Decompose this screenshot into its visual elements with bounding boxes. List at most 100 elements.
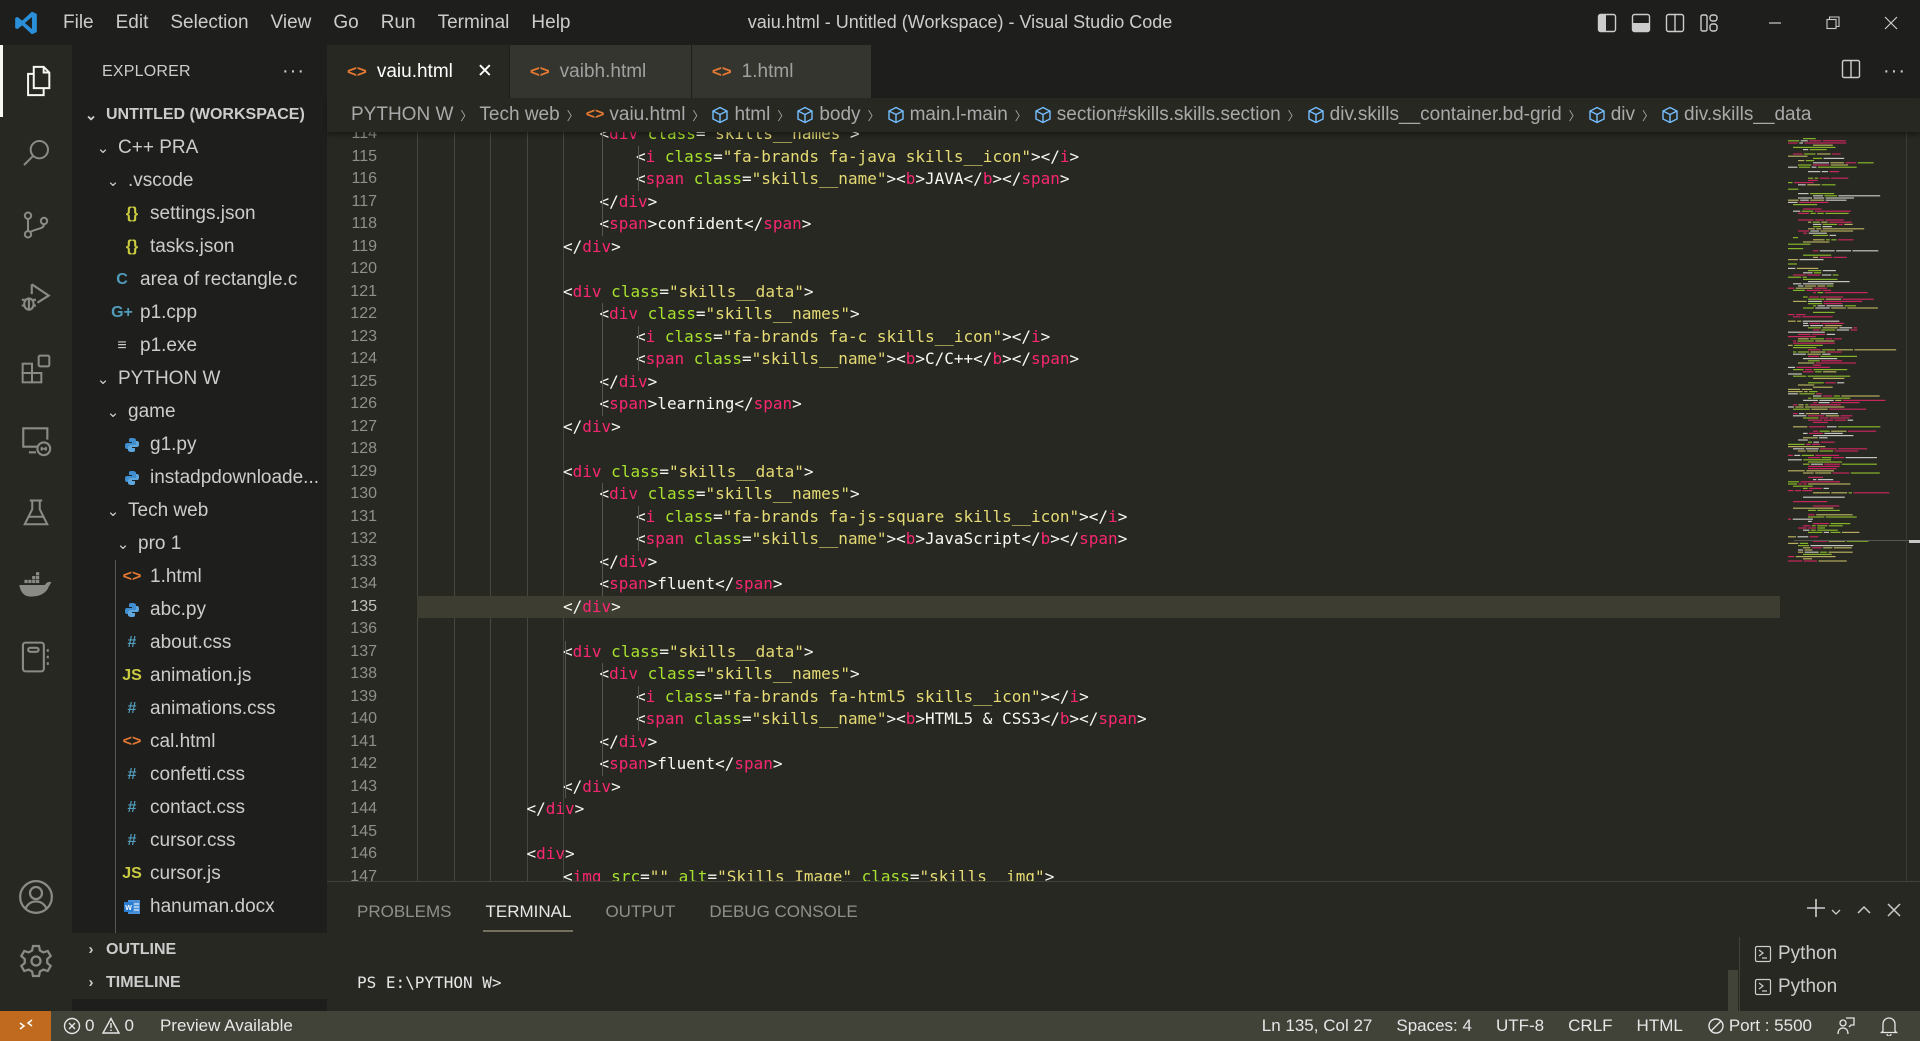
panel-tab-debug-console[interactable]: DEBUG CONSOLE <box>709 882 857 942</box>
timeline-section[interactable]: › TIMELINE <box>72 966 327 999</box>
panel-tab-terminal[interactable]: TERMINAL <box>483 882 574 942</box>
code-editor[interactable]: 114 <div class="skills__names"> 115 <i clas… <box>327 132 1920 881</box>
explorer-icon[interactable] <box>0 45 72 117</box>
file-item[interactable]: g1.py <box>72 428 327 461</box>
live-server-port[interactable]: Port : 5500 <box>1695 1016 1824 1036</box>
remote-explorer-icon[interactable] <box>0 405 72 477</box>
code-line[interactable]: 128 <box>327 438 1920 461</box>
notebook-icon[interactable] <box>0 621 72 693</box>
tab-1-html[interactable]: <> 1.html <box>691 45 872 98</box>
code-line[interactable]: 115 <i class="fa-brands fa-java skills__i… <box>327 146 1920 169</box>
file-item[interactable]: instadpdownloade... <box>72 461 327 494</box>
file-item[interactable]: # animations.css <box>72 692 327 725</box>
end-of-line[interactable]: CRLF <box>1556 1016 1624 1036</box>
code-line[interactable]: 144 </div> <box>327 798 1920 821</box>
run-debug-icon[interactable] <box>0 261 72 333</box>
code-line[interactable]: 117 </div> <box>327 191 1920 214</box>
menu-file[interactable]: File <box>52 0 105 45</box>
breadcrumb-item[interactable]: body <box>796 104 861 126</box>
folder-item[interactable]: ⌄ Tech web <box>72 494 327 527</box>
remote-indicator-icon[interactable] <box>0 1011 51 1041</box>
terminal-instance[interactable]: Python <box>1740 937 1920 970</box>
terminal-scrollbar[interactable] <box>1728 970 1738 1012</box>
folder-item[interactable]: ⌄ game <box>72 395 327 428</box>
feedback-icon[interactable] <box>1824 1016 1868 1036</box>
search-icon[interactable] <box>0 117 72 189</box>
toggle-panel-button[interactable] <box>1624 0 1658 45</box>
code-line[interactable]: 118 <span>confident</span> <box>327 213 1920 236</box>
file-item[interactable]: # contact.css <box>72 791 327 824</box>
source-control-icon[interactable] <box>0 189 72 261</box>
menu-selection[interactable]: Selection <box>159 0 259 45</box>
file-item[interactable]: JS animation.js <box>72 659 327 692</box>
panel-tab-problems[interactable]: PROBLEMS <box>357 882 451 942</box>
workspace-header[interactable]: ⌄ UNTITLED (WORKSPACE) <box>72 98 327 131</box>
folder-item[interactable]: ⌄ PYTHON W <box>72 362 327 395</box>
accounts-icon[interactable] <box>0 861 72 933</box>
file-item[interactable]: # about.css <box>72 626 327 659</box>
breadcrumb-item[interactable]: <> vaiu.html <box>586 104 686 126</box>
language-mode[interactable]: HTML <box>1625 1016 1695 1036</box>
menu-help[interactable]: Help <box>520 0 581 45</box>
maximize-panel-chevron-up-icon[interactable] <box>1856 898 1872 924</box>
indentation[interactable]: Spaces: 4 <box>1384 1016 1484 1036</box>
extensions-icon[interactable] <box>0 333 72 405</box>
explorer-more-actions-button[interactable]: ··· <box>282 60 305 83</box>
file-item[interactable]: Carea of rectangle.c <box>72 263 327 296</box>
terminal-prompt[interactable]: PS E:\PYTHON W> <box>357 973 502 992</box>
new-terminal-plus-icon[interactable] <box>1806 898 1826 924</box>
menu-go[interactable]: Go <box>322 0 369 45</box>
close-panel-icon[interactable] <box>1886 898 1902 924</box>
toggle-primary-sidebar-button[interactable] <box>1590 0 1624 45</box>
file-item[interactable]: <> 1.html <box>72 560 327 593</box>
breadcrumb-item[interactable]: PYTHON W <box>351 104 453 126</box>
terminal-dropdown-chevron-icon[interactable] <box>1830 898 1842 924</box>
file-item[interactable]: <> cal.html <box>72 725 327 758</box>
manage-gear-icon[interactable] <box>0 925 72 997</box>
menu-terminal[interactable]: Terminal <box>427 0 521 45</box>
code-line[interactable]: 146 <div> <box>327 843 1920 866</box>
problems-indicator[interactable]: 0 0 <box>51 1016 146 1036</box>
menu-view[interactable]: View <box>260 0 323 45</box>
folder-item[interactable]: ⌄ C++ PRA <box>72 131 327 164</box>
breadcrumb-item[interactable]: main.l-main <box>887 104 1008 126</box>
testing-icon[interactable] <box>0 477 72 549</box>
breadcrumb-item[interactable]: div.skills__container.bd-grid <box>1307 104 1562 126</box>
code-line[interactable]: 130 <div class="skills__names"> <box>327 483 1920 506</box>
docker-icon[interactable] <box>0 549 72 621</box>
code-line[interactable]: 133 </div> <box>327 551 1920 574</box>
close-tab-icon[interactable]: ✕ <box>477 60 493 83</box>
file-item[interactable]: {} tasks.json <box>72 230 327 263</box>
code-line[interactable]: 124 <span class="skills__name"><b>C/C++</… <box>327 348 1920 371</box>
split-editor-icon[interactable] <box>1841 59 1861 84</box>
code-line[interactable]: 129 <div class="skills__data"> <box>327 461 1920 484</box>
code-line[interactable]: 127 </div> <box>327 416 1920 439</box>
code-line[interactable]: 119 </div> <box>327 236 1920 259</box>
code-line[interactable]: 122 <div class="skills__names"> <box>327 303 1920 326</box>
encoding[interactable]: UTF-8 <box>1484 1016 1556 1036</box>
code-line[interactable]: 147 <img src="" alt="Skills Image" class=… <box>327 866 1920 882</box>
notifications-bell-icon[interactable] <box>1868 1016 1910 1036</box>
file-item[interactable]: JS cursor.js <box>72 857 327 890</box>
restore-button[interactable] <box>1804 0 1862 45</box>
file-item[interactable]: {} settings.json <box>72 197 327 230</box>
toggle-secondary-sidebar-button[interactable] <box>1658 0 1692 45</box>
minimize-button[interactable] <box>1746 0 1804 45</box>
code-line[interactable]: 116 <span class="skills__name"><b>JAVA</b… <box>327 168 1920 191</box>
code-line[interactable]: 134 <span>fluent</span> <box>327 573 1920 596</box>
file-item[interactable]: G+ p1.cpp <box>72 296 327 329</box>
code-line[interactable]: 125 </div> <box>327 371 1920 394</box>
code-line[interactable]: 131 <i class="fa-brands fa-js-square skil… <box>327 506 1920 529</box>
more-actions-icon[interactable]: ··· <box>1883 60 1906 83</box>
folder-item[interactable]: ⌄ pro 1 <box>72 527 327 560</box>
folder-item[interactable]: ⌄ .vscode <box>72 164 327 197</box>
breadcrumb-item[interactable]: html <box>711 104 770 126</box>
file-item[interactable]: abc.py <box>72 593 327 626</box>
code-line[interactable]: 136 <box>327 618 1920 641</box>
code-line[interactable]: 145 <box>327 821 1920 844</box>
cursor-position[interactable]: Ln 135, Col 27 <box>1250 1016 1385 1036</box>
code-line[interactable]: 114 <div class="skills__names"> <box>327 132 1920 146</box>
tab-vaiu-html[interactable]: <> vaiu.html ✕ <box>327 45 510 98</box>
code-line[interactable]: 132 <span class="skills__name"><b>JavaScr… <box>327 528 1920 551</box>
preview-available[interactable]: Preview Available <box>146 1016 305 1036</box>
